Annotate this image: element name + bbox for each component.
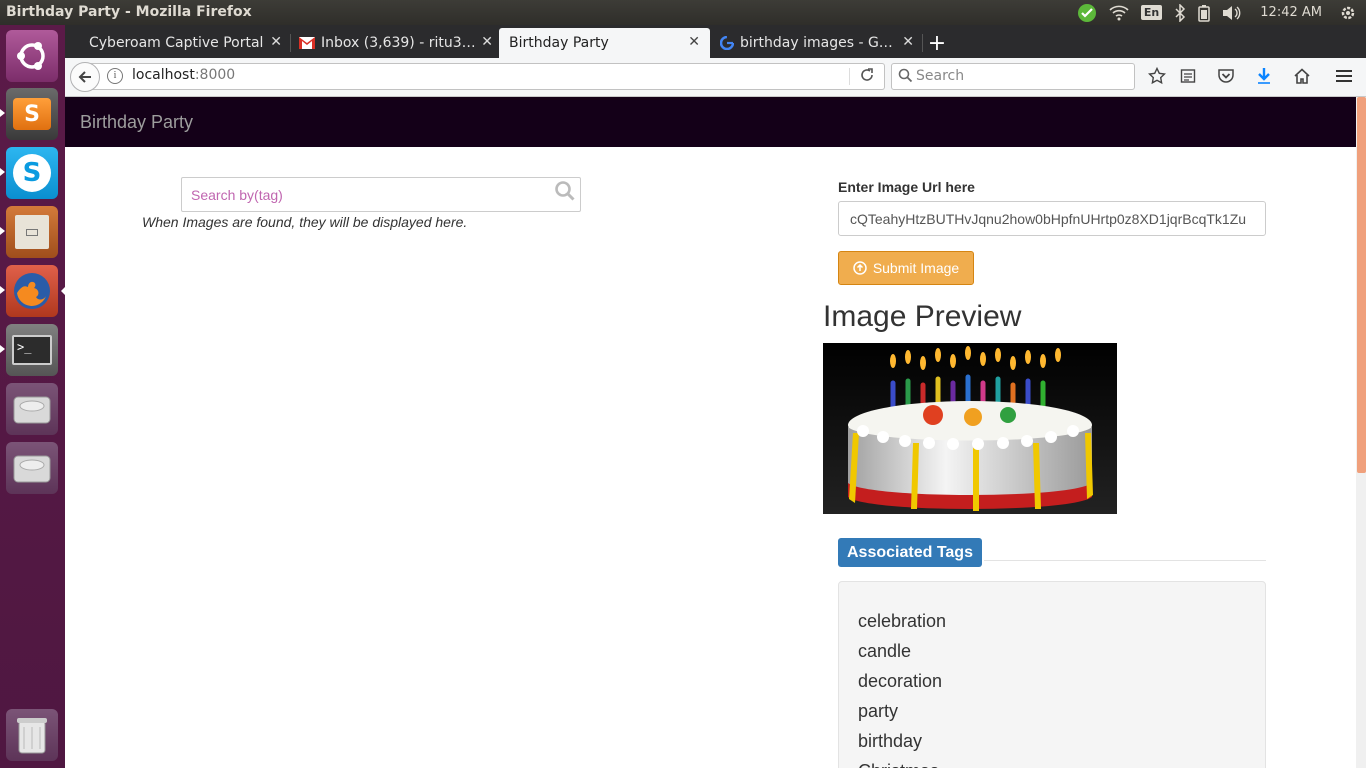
url-bar[interactable]: i localhost:8000: [85, 63, 885, 90]
tab-label: birthday images - G…: [740, 35, 893, 51]
brand-link[interactable]: Birthday Party: [80, 112, 193, 133]
window-title: Birthday Party - Mozilla Firefox: [6, 4, 252, 20]
image-url-value: cQTeahyHtzBUTHvJqnu2how0bHpfnUHrtp0z8XD1…: [850, 211, 1247, 227]
files-cabinet-icon[interactable]: [6, 206, 58, 258]
bookmark-star-icon[interactable]: [1145, 64, 1169, 88]
launcher-running-indicator: [0, 109, 5, 117]
tag-item: party: [858, 701, 899, 721]
upload-circle-icon: [853, 261, 867, 275]
birthday-cake-image: [823, 343, 1117, 514]
keyboard-layout-indicator[interactable]: En: [1135, 0, 1168, 25]
launcher-running-indicator: [0, 345, 5, 353]
tag-item: decoration: [858, 671, 943, 691]
empty-results-message: When Images are found, they will be disp…: [142, 214, 468, 230]
tab-inbox[interactable]: Inbox (3,639) - ritu3… ✕: [299, 28, 499, 58]
tab-label: Inbox (3,639) - ritu3…: [321, 35, 476, 51]
launcher-running-indicator: [0, 227, 5, 235]
tag-item: birthday: [858, 731, 923, 751]
terminal-icon[interactable]: >_: [6, 324, 58, 376]
image-url-label: Enter Image Url here: [838, 179, 975, 195]
gmail-icon: [299, 37, 315, 49]
power-gear-icon[interactable]: [1334, 0, 1366, 25]
close-tab-icon[interactable]: ✕: [688, 34, 700, 50]
reading-list-icon[interactable]: [1176, 64, 1200, 88]
tab-strip: Cyberoam Captive Portal ✕ Inbox (3,639) …: [65, 25, 1366, 58]
new-tab-button[interactable]: +: [927, 28, 947, 58]
tab-separator: [290, 34, 291, 52]
download-icon[interactable]: [1252, 64, 1276, 88]
volume-icon[interactable]: [1216, 0, 1248, 25]
back-button[interactable]: [70, 62, 100, 92]
search-icon[interactable]: [554, 180, 576, 206]
tag-search-field[interactable]: Search by(tag): [181, 177, 581, 212]
url-port: :8000: [194, 67, 236, 83]
search-icon: [898, 68, 913, 87]
wifi-icon[interactable]: [1103, 0, 1135, 25]
submit-image-button[interactable]: Submit Image: [838, 251, 974, 285]
hamburger-menu-icon[interactable]: [1332, 64, 1356, 88]
tag-search-placeholder: Search by(tag): [191, 187, 283, 203]
tab-google-images[interactable]: birthday images - G… ✕: [719, 28, 920, 58]
tab-cyberoam[interactable]: Cyberoam Captive Portal ✕: [89, 28, 288, 58]
image-url-input[interactable]: cQTeahyHtzBUTHvJqnu2how0bHpfnUHrtp0z8XD1…: [838, 201, 1266, 236]
tag-item: Christmas: [858, 758, 946, 768]
google-icon: [719, 35, 735, 51]
firefox-window: Cyberoam Captive Portal ✕ Inbox (3,639) …: [65, 25, 1366, 768]
bluetooth-icon[interactable]: [1168, 0, 1192, 25]
reload-icon[interactable]: [859, 67, 875, 87]
keyboard-layout-label: En: [1140, 5, 1163, 20]
tab-birthday-party[interactable]: Birthday Party ✕: [499, 28, 710, 58]
scrollbar-thumb[interactable]: [1357, 97, 1366, 473]
launcher-running-indicator: [0, 168, 5, 176]
associated-tags-legend: Associated Tags: [838, 538, 982, 567]
tags-panel: celebration candle decoration party birt…: [838, 581, 1266, 768]
navigation-toolbar: i localhost:8000 Search: [65, 58, 1366, 97]
pocket-icon[interactable]: [1214, 64, 1238, 88]
close-tab-icon[interactable]: ✕: [270, 34, 282, 50]
app-navbar: Birthday Party: [65, 97, 1356, 147]
home-icon[interactable]: [1290, 64, 1314, 88]
drive-icon[interactable]: [6, 383, 58, 435]
battery-icon[interactable]: [1192, 0, 1216, 25]
legend-divider: [984, 560, 1266, 561]
tag-item: candle: [858, 641, 912, 661]
page-scrollbar[interactable]: [1356, 97, 1366, 768]
search-placeholder: Search: [916, 68, 965, 84]
sublime-text-icon[interactable]: S: [6, 88, 58, 140]
url-divider: [849, 68, 850, 85]
search-bar[interactable]: Search: [891, 63, 1135, 90]
page-info-icon[interactable]: i: [107, 68, 123, 84]
tab-separator: [922, 34, 923, 52]
skype-icon[interactable]: S: [6, 147, 58, 199]
trash-icon[interactable]: [6, 709, 58, 761]
tab-label: Cyberoam Captive Portal: [89, 35, 264, 51]
ubuntu-dash-icon[interactable]: [6, 30, 58, 82]
system-top-panel: Birthday Party - Mozilla Firefox En 12:4…: [0, 0, 1366, 25]
page-content: Birthday Party Search by(tag) When Image…: [65, 97, 1356, 768]
tag-item: celebration: [858, 611, 947, 631]
update-check-icon[interactable]: [1071, 0, 1103, 25]
system-tray: En 12:42 AM: [1071, 0, 1366, 25]
close-tab-icon[interactable]: ✕: [481, 34, 493, 50]
launcher-running-indicator: [0, 286, 5, 294]
tab-label: Birthday Party: [509, 35, 609, 51]
clock[interactable]: 12:42 AM: [1248, 0, 1334, 25]
firefox-icon[interactable]: [6, 265, 58, 317]
tag-list: celebration candle decoration party birt…: [858, 608, 946, 768]
close-tab-icon[interactable]: ✕: [902, 34, 914, 50]
submit-image-label: Submit Image: [872, 260, 960, 276]
url-text: localhost:8000: [132, 67, 235, 83]
url-host: localhost: [132, 67, 195, 83]
unity-launcher: S S >_: [0, 25, 65, 768]
image-preview-title: Image Preview: [823, 300, 1022, 333]
drive-icon-2[interactable]: [6, 442, 58, 494]
